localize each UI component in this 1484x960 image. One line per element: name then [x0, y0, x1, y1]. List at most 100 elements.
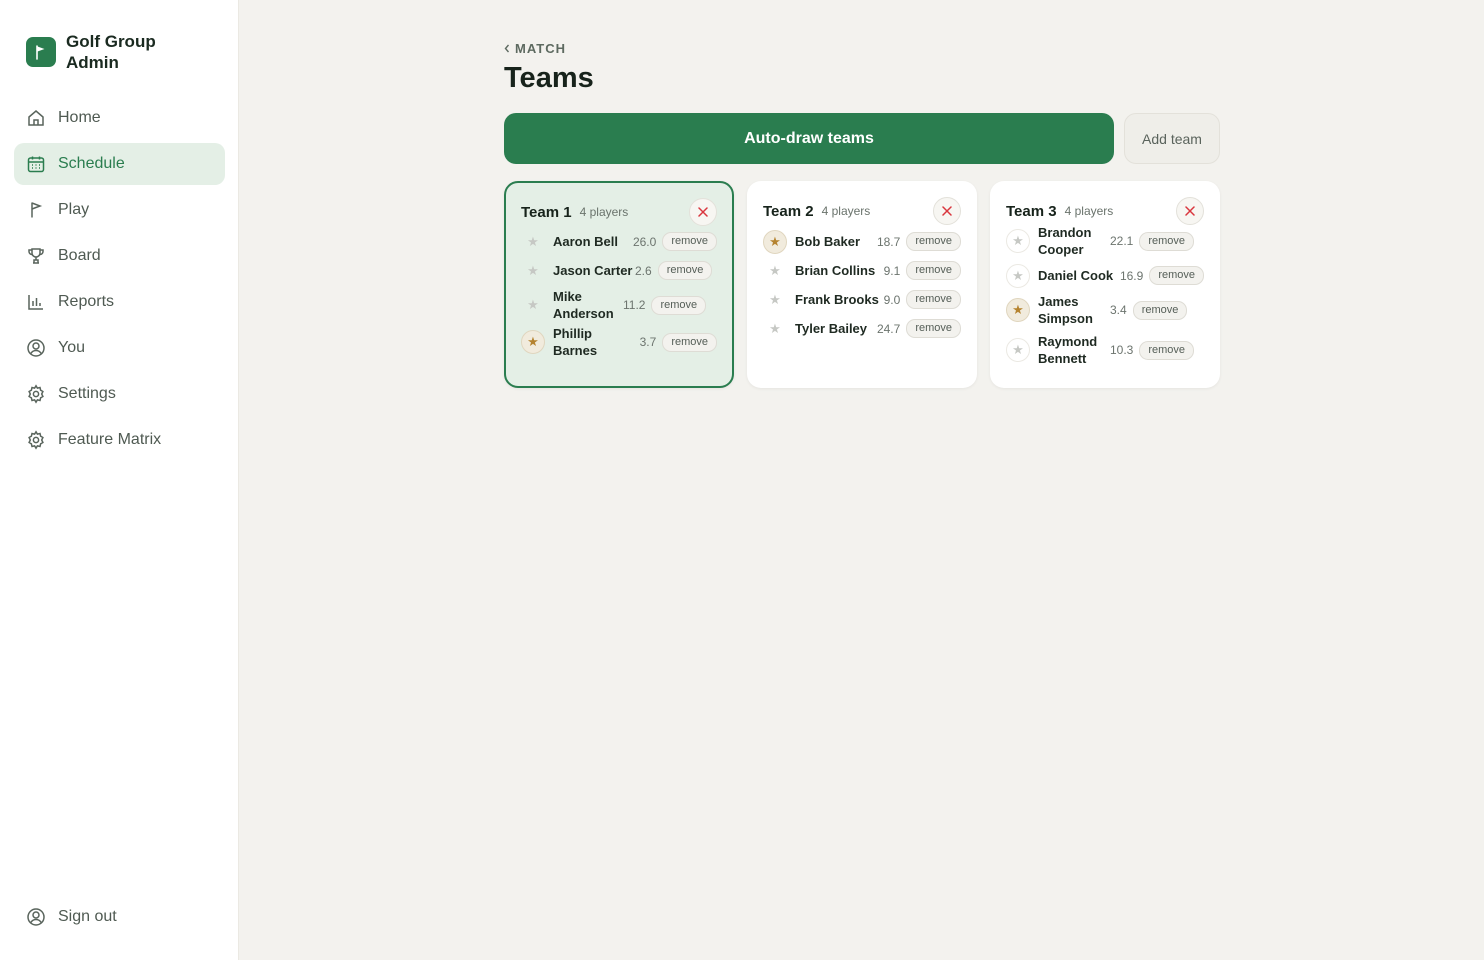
player-handicap: 18.7 [876, 234, 901, 249]
calendar-icon [26, 154, 46, 174]
player-row: ★ Bob Baker 18.7 remove [763, 227, 961, 256]
player-row: ★ Daniel Cook 16.9 remove [1006, 261, 1204, 290]
captain-star-icon[interactable]: ★ [763, 288, 787, 312]
back-link-label: MATCH [515, 41, 566, 56]
sidebar-nav: Home Schedule Play Board Reports You Set… [14, 97, 225, 465]
player-name: Raymond Bennett [1038, 334, 1098, 366]
remove-player-button[interactable]: remove [651, 295, 707, 315]
delete-team-button[interactable] [933, 197, 961, 225]
captain-star-icon[interactable]: ★ [521, 259, 545, 283]
player-name: Phillip Barnes [553, 326, 598, 358]
flag-icon [26, 200, 46, 220]
captain-star-icon[interactable]: ★ [1006, 298, 1030, 322]
player-handicap: 24.7 [876, 321, 901, 336]
player-name: Brian Collins [795, 263, 876, 278]
captain-star-icon[interactable]: ★ [1006, 229, 1030, 253]
bar-chart-icon [26, 292, 46, 312]
team-name: Team 3 [1006, 202, 1057, 220]
close-icon [1185, 206, 1195, 216]
user-circle-icon [26, 907, 46, 927]
sidebar-item-feature-matrix[interactable]: Feature Matrix [14, 419, 225, 461]
captain-star-icon[interactable]: ★ [763, 259, 787, 283]
gear-icon [26, 384, 46, 404]
sidebar-item-schedule[interactable]: Schedule [14, 143, 225, 185]
captain-star-icon[interactable]: ★ [521, 293, 545, 317]
player-row: ★ James Simpson 3.4 remove [1006, 290, 1204, 330]
sign-out-button[interactable]: Sign out [14, 896, 225, 938]
team-name: Team 2 [763, 202, 814, 220]
player-row: ★ Phillip Barnes 3.7 remove [521, 325, 717, 359]
sidebar-item-settings[interactable]: Settings [14, 373, 225, 415]
home-icon [26, 108, 46, 128]
team-player-count: 4 players [1064, 204, 1114, 218]
player-row: ★ Raymond Bennett 10.3 remove [1006, 330, 1204, 370]
remove-player-button[interactable]: remove [906, 290, 961, 309]
sidebar-item-you[interactable]: You [14, 327, 225, 369]
remove-player-button[interactable]: remove [906, 261, 961, 280]
remove-player-button[interactable]: remove [906, 232, 961, 251]
player-handicap: 9.1 [883, 263, 901, 278]
captain-star-icon[interactable]: ★ [521, 230, 545, 254]
sidebar-item-board[interactable]: Board [14, 235, 225, 277]
remove-player-button[interactable]: remove [657, 261, 713, 280]
player-handicap: 11.2 [623, 298, 646, 312]
remove-player-button[interactable]: remove [662, 332, 717, 352]
sidebar-item-label: You [58, 339, 85, 356]
remove-player-button[interactable]: remove [1149, 266, 1204, 285]
brand-title: Golf Group Admin [66, 32, 156, 72]
player-name: Daniel Cook [1038, 268, 1114, 283]
player-name: Mike Anderson [553, 289, 614, 321]
remove-player-button[interactable]: remove [1139, 340, 1195, 360]
close-icon [698, 207, 708, 217]
captain-star-icon[interactable]: ★ [1006, 338, 1030, 362]
sidebar-item-label: Schedule [58, 155, 125, 172]
sidebar-item-label: Home [58, 109, 101, 126]
sidebar-item-label: Board [58, 247, 101, 264]
delete-team-button[interactable] [689, 198, 717, 226]
sidebar: Golf Group Admin Home Schedule Play Boar… [0, 0, 239, 960]
captain-star-icon[interactable]: ★ [763, 229, 787, 254]
player-handicap: 3.4 [1110, 303, 1127, 317]
team-player-count: 4 players [579, 205, 629, 219]
brand[interactable]: Golf Group Admin [26, 31, 176, 73]
player-handicap: 26.0 [632, 234, 657, 249]
sidebar-item-label: Play [58, 201, 90, 218]
add-team-button[interactable]: Add team [1124, 113, 1220, 164]
player-name: Aaron Bell [553, 234, 619, 249]
sidebar-item-label: Feature Matrix [58, 431, 162, 448]
player-name: Jason Carter [553, 263, 633, 278]
player-handicap: 16.9 [1119, 268, 1144, 283]
gear-icon [26, 430, 46, 450]
remove-player-button[interactable]: remove [906, 319, 961, 338]
captain-star-icon[interactable]: ★ [521, 330, 545, 354]
player-row: ★ Brandon Cooper 22.1 remove [1006, 221, 1204, 261]
player-list: ★ Brandon Cooper 22.1 remove ★ Daniel Co… [1006, 221, 1204, 370]
sidebar-item-label: Settings [58, 385, 116, 402]
captain-star-icon[interactable]: ★ [763, 317, 787, 341]
team-card[interactable]: Team 3 4 players ★ Brandon Cooper 22.1 r… [990, 181, 1220, 388]
auto-draw-teams-button[interactable]: Auto-draw teams [504, 113, 1114, 164]
close-icon [942, 206, 952, 216]
captain-star-icon[interactable]: ★ [1006, 263, 1030, 288]
player-row: ★ Mike Anderson 11.2 remove [521, 285, 717, 325]
sidebar-item-play[interactable]: Play [14, 189, 225, 231]
page-title: Teams [504, 62, 594, 94]
sign-out-label: Sign out [58, 908, 117, 925]
team-player-count: 4 players [821, 204, 871, 218]
remove-player-button[interactable]: remove [1132, 300, 1188, 320]
remove-player-button[interactable]: remove [662, 232, 717, 251]
player-name: Frank Brooks [795, 292, 879, 307]
player-handicap: 10.3 [1110, 343, 1134, 357]
sidebar-item-reports[interactable]: Reports [14, 281, 225, 323]
delete-team-button[interactable] [1176, 197, 1204, 225]
sidebar-item-home[interactable]: Home [14, 97, 225, 139]
player-row: ★ Jason Carter 2.6 remove [521, 256, 717, 285]
trophy-icon [26, 246, 46, 266]
player-handicap: 3.7 [639, 335, 657, 349]
player-handicap: 2.6 [635, 263, 652, 278]
player-row: ★ Tyler Bailey 24.7 remove [763, 314, 961, 343]
team-card[interactable]: Team 2 4 players ★ Bob Baker 18.7 remove… [747, 181, 977, 388]
remove-player-button[interactable]: remove [1139, 231, 1195, 251]
back-link[interactable]: MATCH [504, 41, 566, 56]
team-card[interactable]: Team 1 4 players ★ Aaron Bell 26.0 remov… [504, 181, 734, 388]
